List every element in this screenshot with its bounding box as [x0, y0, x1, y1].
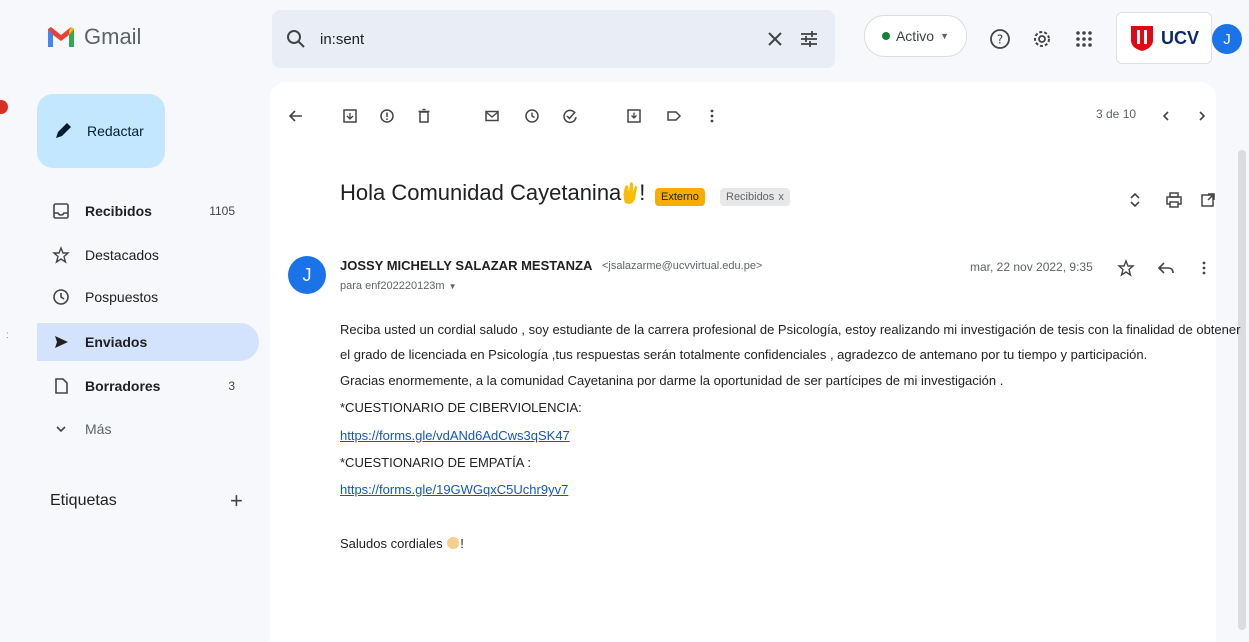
- body-line: *CUESTIONARIO DE EMPATÍA :: [340, 455, 531, 470]
- add-task-icon[interactable]: [560, 106, 580, 126]
- account-avatar[interactable]: J: [1212, 24, 1242, 54]
- help-icon[interactable]: ?: [988, 27, 1012, 51]
- pencil-icon: [56, 123, 71, 138]
- message-date: mar, 22 nov 2022, 9:35: [970, 260, 1093, 274]
- caret-down-icon: ▼: [940, 31, 950, 41]
- sidebar-item-label: Borradores: [85, 378, 161, 394]
- status-dropdown[interactable]: Activo ▼: [864, 15, 967, 57]
- delete-icon[interactable]: [414, 106, 434, 126]
- body-line: el grado de licenciada en Psicología ,tu…: [340, 347, 1148, 362]
- closing-line: Saludos cordiales !: [340, 536, 1220, 551]
- star-icon[interactable]: [1116, 258, 1136, 278]
- closing-text: Saludos cordiales: [340, 536, 443, 551]
- move-to-icon[interactable]: [624, 106, 644, 126]
- form-link-2-wrap: https://forms.gle/19GWGqxC5Uchr9yv7: [340, 482, 1220, 497]
- body-line: Reciba usted un cordial saludo , soy est…: [340, 322, 1241, 337]
- back-arrow-icon[interactable]: [286, 106, 306, 126]
- pagination-text: 3 de 10: [1096, 107, 1137, 121]
- chevron-down-icon: [51, 419, 71, 439]
- sidebar-item-label: Destacados: [85, 247, 159, 263]
- sidebar-item-starred[interactable]: Destacados: [37, 236, 259, 274]
- subject-text: Hola Comunidad Cayetanina: [340, 180, 622, 205]
- print-icon[interactable]: [1164, 190, 1184, 210]
- draft-icon: [51, 376, 71, 396]
- remove-label-icon[interactable]: x: [778, 191, 784, 203]
- sender-name: JOSSY MICHELLY SALAZAR MESTANZA: [340, 258, 593, 273]
- closing-suffix: !: [460, 536, 464, 551]
- search-icon[interactable]: [284, 27, 308, 51]
- chevron-right-icon[interactable]: [1192, 106, 1212, 126]
- gmail-logo[interactable]: Gmail: [46, 24, 141, 50]
- gear-icon[interactable]: [1030, 27, 1054, 51]
- compose-label: Redactar: [87, 123, 144, 139]
- open-new-window-icon[interactable]: [1198, 190, 1218, 210]
- message-panel: [270, 82, 1216, 642]
- star-icon: [51, 245, 71, 265]
- inbox-label-text: Recibidos: [726, 191, 775, 203]
- mark-unread-icon[interactable]: [482, 106, 502, 126]
- search-input[interactable]: in:sent: [320, 31, 763, 48]
- organization-logo[interactable]: UCV: [1116, 12, 1212, 64]
- label-icon[interactable]: [664, 106, 684, 126]
- sidebar-item-label: Más: [85, 421, 112, 437]
- brand-text: UCV: [1160, 28, 1199, 48]
- svg-text:?: ?: [997, 33, 1003, 47]
- apps-grid-icon[interactable]: [1072, 27, 1096, 51]
- report-spam-icon[interactable]: [377, 106, 397, 126]
- sender-email: <jsalazarme@ucvvirtual.edu.pe>: [602, 260, 763, 272]
- sidebar-item-label: Pospuestos: [85, 289, 159, 305]
- tune-icon[interactable]: [797, 27, 821, 51]
- recipient-details[interactable]: para enf202220123m ▼: [340, 280, 457, 292]
- sidebar-item-drafts[interactable]: Borradores 3: [37, 367, 259, 405]
- status-label: Activo: [895, 28, 935, 44]
- app-name: Gmail: [84, 24, 142, 49]
- sidebar-item-label: Enviados: [85, 334, 148, 350]
- external-badge: Externo: [655, 188, 705, 206]
- body-line: Gracias enormemente, a la comunidad Caye…: [340, 373, 1004, 388]
- inbox-icon: [51, 201, 71, 221]
- gmail-m-icon: [48, 27, 74, 47]
- hands-emoji-icon: [446, 536, 460, 550]
- sidebar-item-sent[interactable]: Enviados: [37, 323, 259, 361]
- sender-avatar[interactable]: J: [288, 256, 326, 294]
- close-icon[interactable]: [763, 27, 787, 51]
- inbox-count: 1105: [209, 204, 235, 218]
- left-edge-mark: :: [6, 330, 9, 341]
- left-edge-badge: [0, 100, 8, 114]
- shield-icon: [1130, 26, 1153, 51]
- form-link-2[interactable]: https://forms.gle/19GWGqxC5Uchr9yv7: [340, 482, 568, 497]
- form-link-1-wrap: https://forms.gle/vdANd6AdCws3qSK47: [340, 428, 1220, 443]
- caret-down-icon: ▼: [448, 281, 457, 291]
- send-icon: [51, 332, 71, 352]
- archive-icon[interactable]: [340, 106, 360, 126]
- form-link-1[interactable]: https://forms.gle/vdANd6AdCws3qSK47: [340, 428, 570, 443]
- search-bar[interactable]: in:sent: [272, 10, 835, 68]
- add-label-button[interactable]: +: [230, 488, 243, 514]
- chevron-left-icon[interactable]: [1156, 106, 1176, 126]
- waving-hand-icon: [621, 181, 639, 204]
- sidebar-item-snoozed[interactable]: Pospuestos: [37, 278, 259, 316]
- sidebar-item-label: Recibidos: [85, 203, 152, 219]
- drafts-count: 3: [228, 379, 235, 393]
- body-line: *CUESTIONARIO DE CIBERVIOLENCIA:: [340, 400, 582, 415]
- inbox-label-chip[interactable]: Recibidos x: [720, 188, 790, 206]
- reply-icon[interactable]: [1156, 258, 1176, 278]
- status-dot-icon: [881, 32, 890, 40]
- labels-heading: Etiquetas: [50, 492, 117, 509]
- compose-button[interactable]: Redactar: [37, 94, 165, 168]
- subject-suffix: !: [639, 180, 646, 205]
- email-subject: Hola Comunidad Cayetanina!: [340, 180, 645, 206]
- scrollbar[interactable]: [1238, 150, 1246, 630]
- recipient-text: para enf202220123m: [340, 280, 445, 292]
- more-vert-icon[interactable]: [702, 106, 722, 126]
- expand-all-icon[interactable]: [1125, 190, 1145, 210]
- more-vert-icon[interactable]: [1194, 258, 1214, 278]
- sidebar-item-inbox[interactable]: Recibidos 1105: [37, 192, 259, 230]
- snooze-clock-icon[interactable]: [522, 106, 542, 126]
- clock-icon: [51, 287, 71, 307]
- sidebar-item-more[interactable]: Más: [37, 410, 259, 448]
